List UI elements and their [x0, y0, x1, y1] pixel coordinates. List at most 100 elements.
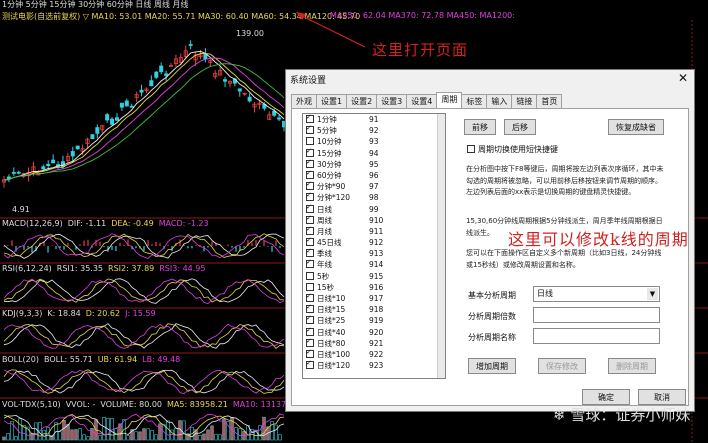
period-name: 60分钟	[317, 170, 342, 180]
period-list-item[interactable]: 日线*80 921	[303, 336, 445, 349]
candle-body	[90, 134, 95, 140]
period-list-item[interactable]: 日线*10 917	[303, 291, 445, 304]
period-list-item[interactable]: 45日线 912	[303, 235, 445, 248]
period-checkbox[interactable]	[306, 291, 314, 302]
volume-bar	[262, 416, 266, 441]
period-checkbox[interactable]	[306, 358, 314, 369]
volume-bar	[134, 431, 138, 441]
period-list-item[interactable]: 日线*15 918	[303, 302, 445, 315]
period-shortcut-code: 922	[369, 349, 384, 359]
base-period-select[interactable]: 日线 ▼	[533, 286, 660, 302]
period-list-item[interactable]: 30分钟 95	[303, 157, 445, 170]
period-shortcut-code: 91	[369, 115, 379, 124]
period-checkbox[interactable]	[306, 313, 314, 325]
period-list-item[interactable]: 日线 99	[303, 202, 445, 215]
period-checkbox[interactable]	[306, 202, 314, 213]
tab-home[interactable]: 首页	[536, 94, 563, 108]
add-period-button[interactable]: 增加周期	[468, 358, 516, 374]
period-name-input[interactable]	[533, 328, 660, 344]
tab-settings-2[interactable]: 设置2	[346, 94, 378, 108]
period-checkbox[interactable]	[306, 190, 314, 202]
dialog-title: 系统设置	[290, 76, 327, 86]
kdj-name: KDJ(9,3,3)	[2, 309, 43, 318]
cancel-button[interactable]: 取消	[638, 389, 686, 405]
period-list-item[interactable]: 15分钟 94	[303, 146, 445, 159]
period-checkbox[interactable]	[306, 336, 314, 347]
shortcut-checkbox-row[interactable]: 周期切换使用短快捷键	[464, 144, 558, 155]
tab-settings-4[interactable]: 设置4	[406, 94, 438, 108]
period-list-item[interactable]: 年线 914	[303, 257, 445, 270]
tab-settings-1[interactable]: 设置1	[316, 94, 348, 108]
period-checkbox[interactable]	[306, 246, 314, 257]
tab-links[interactable]: 链接	[511, 94, 538, 108]
period-name: 周线	[317, 215, 332, 225]
period-list-item[interactable]: 周线 910	[303, 213, 445, 226]
price-peak-label: 139.00	[236, 29, 264, 38]
period-checkbox[interactable]	[306, 302, 314, 313]
period-name: 日线*10	[317, 294, 346, 303]
period-list-item[interactable]: 分钟*120 98	[303, 190, 445, 203]
period-bar[interactable]: 1分钟 5分钟 15分钟 30分钟 60分钟 日线 周线 月线	[2, 0, 189, 10]
period-checkbox[interactable]	[306, 282, 314, 291]
ma-line-2	[3, 57, 285, 181]
shortcut-checkbox[interactable]	[467, 145, 475, 153]
period-list-item[interactable]: 季线 913	[303, 246, 445, 259]
candle-body	[237, 88, 242, 92]
rsi-label-row: RSI(6,12,24) RSI1: 35.35 RSI2: 37.89 RSI3: …	[2, 264, 210, 273]
period-checkbox[interactable]	[306, 114, 314, 123]
tab-period[interactable]: 周期	[436, 92, 463, 108]
period-checkbox[interactable]	[306, 137, 314, 146]
boll-label-row: BOLL(20) BOLL: 55.71 UB: 61.94 LB: 49.48	[2, 355, 185, 364]
period-multiple-input[interactable]	[533, 307, 660, 323]
period-shortcut-code: 915	[369, 271, 384, 281]
period-checkbox[interactable]	[306, 257, 314, 269]
ok-button[interactable]: 确定	[582, 389, 630, 405]
tab-input[interactable]: 输入	[486, 94, 513, 108]
tab-settings-3[interactable]: 设置3	[376, 94, 408, 108]
period-checkbox[interactable]	[306, 123, 314, 134]
period-shortcut-code: 916	[369, 282, 384, 292]
period-list-item[interactable]: 5分钟 92	[303, 123, 445, 136]
period-list-item[interactable]: 日线*40 920	[303, 325, 445, 338]
period-list-item[interactable]: 日线*100 922	[303, 347, 445, 360]
period-checkbox[interactable]	[306, 146, 314, 157]
volume-bar	[166, 420, 170, 441]
base-period-value: 日线	[537, 289, 553, 298]
period-shortcut-code: 919	[369, 316, 384, 326]
restore-default-button[interactable]: 恢复成缺省	[608, 119, 664, 135]
period-list[interactable]: 1分钟 91 5分钟 92 10分钟 93 15分钟 94 30分钟 95 60分钟 96 分钟*90 9…	[302, 113, 446, 379]
move-up-button[interactable]: 前移	[464, 119, 496, 135]
moving-average-lines	[3, 50, 285, 181]
period-checkbox[interactable]	[306, 213, 314, 224]
period-list-item[interactable]: 分钟*90 97	[303, 179, 445, 192]
period-checkbox[interactable]	[306, 179, 314, 190]
period-checkbox[interactable]	[306, 325, 314, 336]
period-list-item[interactable]: 5秒 915	[303, 271, 445, 282]
rsi-name: RSI(6,12,24)	[2, 264, 52, 273]
period-list-item[interactable]: 日线*25 919	[303, 313, 445, 326]
period-list-item[interactable]: 60分钟 96	[303, 168, 445, 181]
period-list-item[interactable]: 日线*120 923	[303, 358, 445, 371]
period-list-item[interactable]: 10分钟 93	[303, 136, 445, 147]
close-icon[interactable]: ✕	[678, 71, 688, 85]
period-list-item[interactable]: 月线 911	[303, 224, 445, 237]
period-checkbox[interactable]	[306, 224, 314, 235]
period-list-scrollbar[interactable]	[437, 114, 445, 378]
period-checkbox[interactable]	[306, 271, 314, 280]
tab-appearance[interactable]: 外观	[291, 94, 317, 108]
chevron-down-icon[interactable]: ▼	[647, 288, 658, 300]
volume-bar	[202, 433, 206, 441]
period-checkbox[interactable]	[306, 157, 314, 168]
period-multiple-label: 分析周期倍数	[468, 312, 516, 321]
delete-period-button[interactable]: 删除周期	[608, 358, 656, 374]
volume-bar	[66, 424, 70, 441]
period-list-item[interactable]: 1分钟 91	[303, 114, 445, 125]
period-list-item[interactable]: 15秒 916	[303, 282, 445, 293]
period-checkbox[interactable]	[306, 235, 314, 246]
period-shortcut-code: 97	[369, 182, 379, 192]
move-down-button[interactable]: 后移	[504, 119, 536, 135]
tab-labels[interactable]: 标签	[461, 94, 488, 108]
period-checkbox[interactable]	[306, 168, 314, 179]
period-checkbox[interactable]	[306, 347, 314, 358]
save-changes-button[interactable]: 保存修改	[538, 358, 586, 374]
